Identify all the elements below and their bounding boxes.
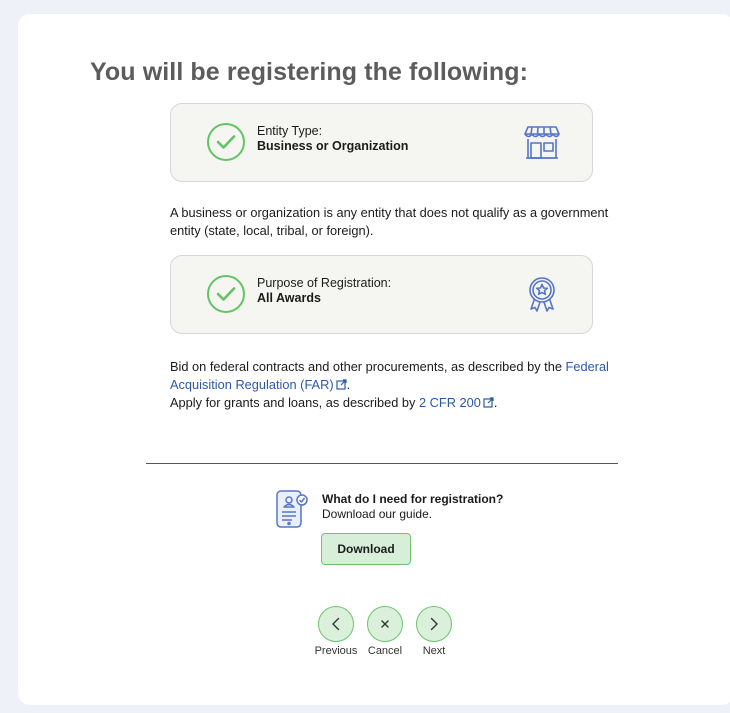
- guide-subtitle: Download our guide.: [322, 507, 433, 521]
- contracts-description: Bid on federal contracts and other procu…: [170, 359, 609, 392]
- cancel-button[interactable]: [367, 606, 403, 642]
- entity-description: A business or organization is any entity…: [170, 205, 609, 238]
- next-button[interactable]: [416, 606, 452, 642]
- entity-type-value: Business or Organization: [257, 139, 409, 153]
- next-label: Next: [422, 645, 446, 657]
- cfr-200-link[interactable]: 2 CFR 200: [419, 395, 481, 410]
- storefront-icon: [524, 126, 560, 159]
- grants-description: Apply for grants and loans, as described…: [170, 395, 498, 410]
- award-ribbon-icon: [529, 277, 555, 312]
- guide-title: What do I need for registration?: [322, 492, 504, 506]
- section-divider: [146, 463, 618, 464]
- chevron-right-icon: [430, 617, 438, 631]
- external-link-icon: [335, 379, 347, 390]
- close-icon: [381, 620, 389, 628]
- registration-summary-card: You will be registering the following: E…: [18, 14, 730, 705]
- page-title: You will be registering the following:: [90, 58, 529, 86]
- entity-type-label: Entity Type:: [257, 124, 323, 138]
- check-circle-icon: [207, 123, 245, 161]
- purpose-box: Purpose of Registration: All Awards: [170, 255, 593, 334]
- external-link-icon: [483, 397, 494, 408]
- guide-document-icon: [276, 490, 308, 528]
- purpose-value: All Awards: [257, 291, 321, 305]
- entity-type-box: Entity Type: Business or Organization: [170, 103, 593, 182]
- previous-button[interactable]: [318, 606, 354, 642]
- purpose-label: Purpose of Registration:: [257, 276, 392, 290]
- check-circle-icon: [207, 275, 245, 313]
- download-button[interactable]: Download: [321, 533, 411, 565]
- chevron-left-icon: [332, 617, 340, 631]
